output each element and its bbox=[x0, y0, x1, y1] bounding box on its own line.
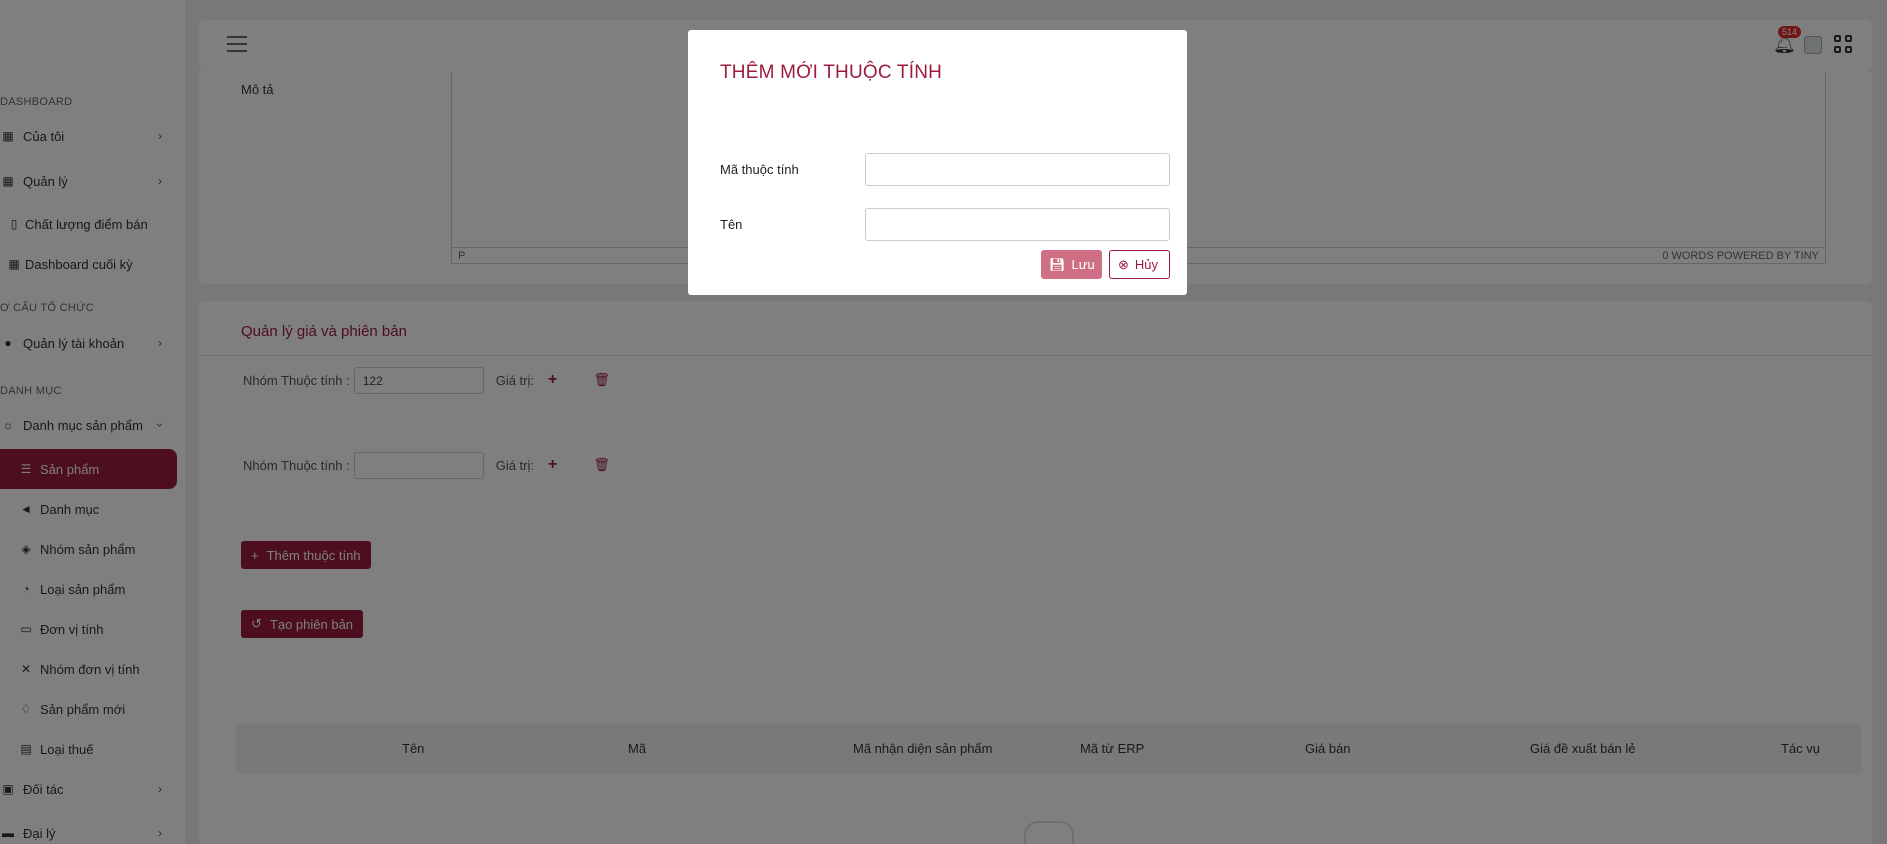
attribute-name-label: Tên bbox=[720, 216, 743, 232]
attribute-name-input[interactable] bbox=[865, 207, 1170, 241]
attribute-code-input[interactable] bbox=[865, 152, 1170, 186]
attribute-name-row: Tên bbox=[720, 207, 1170, 241]
attribute-code-row: Mã thuộc tính bbox=[720, 152, 1170, 186]
modal-title: THÊM MỚI THUỘC TÍNH bbox=[720, 62, 943, 83]
cancel-button[interactable]: ⊗ Hủy bbox=[1109, 250, 1170, 279]
add-attribute-modal: THÊM MỚI THUỘC TÍNH Mã thuộc tính Tên 💾︎… bbox=[688, 30, 1187, 295]
attribute-code-label: Mã thuộc tính bbox=[720, 161, 799, 177]
floppy-disk-icon: 💾︎ bbox=[1049, 256, 1066, 272]
save-button[interactable]: 💾︎ Lưu bbox=[1041, 250, 1102, 279]
close-circle-icon: ⊗ bbox=[1118, 256, 1129, 272]
